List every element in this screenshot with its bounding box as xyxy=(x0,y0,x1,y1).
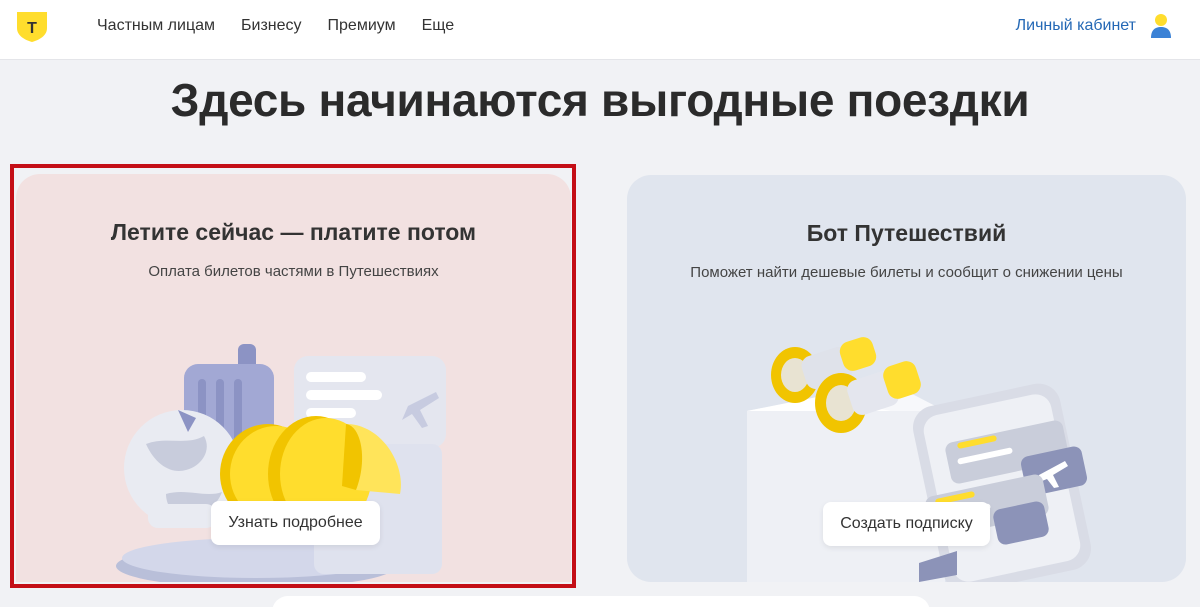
create-subscription-button[interactable]: Создать подписку xyxy=(823,502,990,546)
nav-item-premium[interactable]: Премиум xyxy=(328,16,396,36)
page-title: Здесь начинаются выгодные поездки xyxy=(170,74,1030,126)
logo-letter: Т xyxy=(27,20,37,37)
next-section-card-edge xyxy=(272,596,930,607)
main-nav: Частным лицам Бизнесу Премиум Еще xyxy=(97,16,454,36)
selection-highlight-frame xyxy=(10,164,576,588)
travel-bot-card[interactable]: Бот Путешествий Поможет найти дешевые би… xyxy=(627,175,1186,582)
nav-item-business[interactable]: Бизнесу xyxy=(241,16,302,36)
nav-item-more[interactable]: Еще xyxy=(422,16,455,36)
nav-item-individuals[interactable]: Частным лицам xyxy=(97,16,215,36)
top-navigation-bar: Т Частным лицам Бизнесу Премиум Еще Личн… xyxy=(0,0,1200,60)
card-title: Бот Путешествий xyxy=(806,220,1007,246)
tbank-logo-icon[interactable]: Т xyxy=(16,11,48,43)
personal-account-link[interactable]: Личный кабинет xyxy=(1016,16,1136,36)
card-subtitle: Поможет найти дешевые билеты и сообщит о… xyxy=(690,264,1123,281)
user-icon[interactable] xyxy=(1150,13,1172,39)
